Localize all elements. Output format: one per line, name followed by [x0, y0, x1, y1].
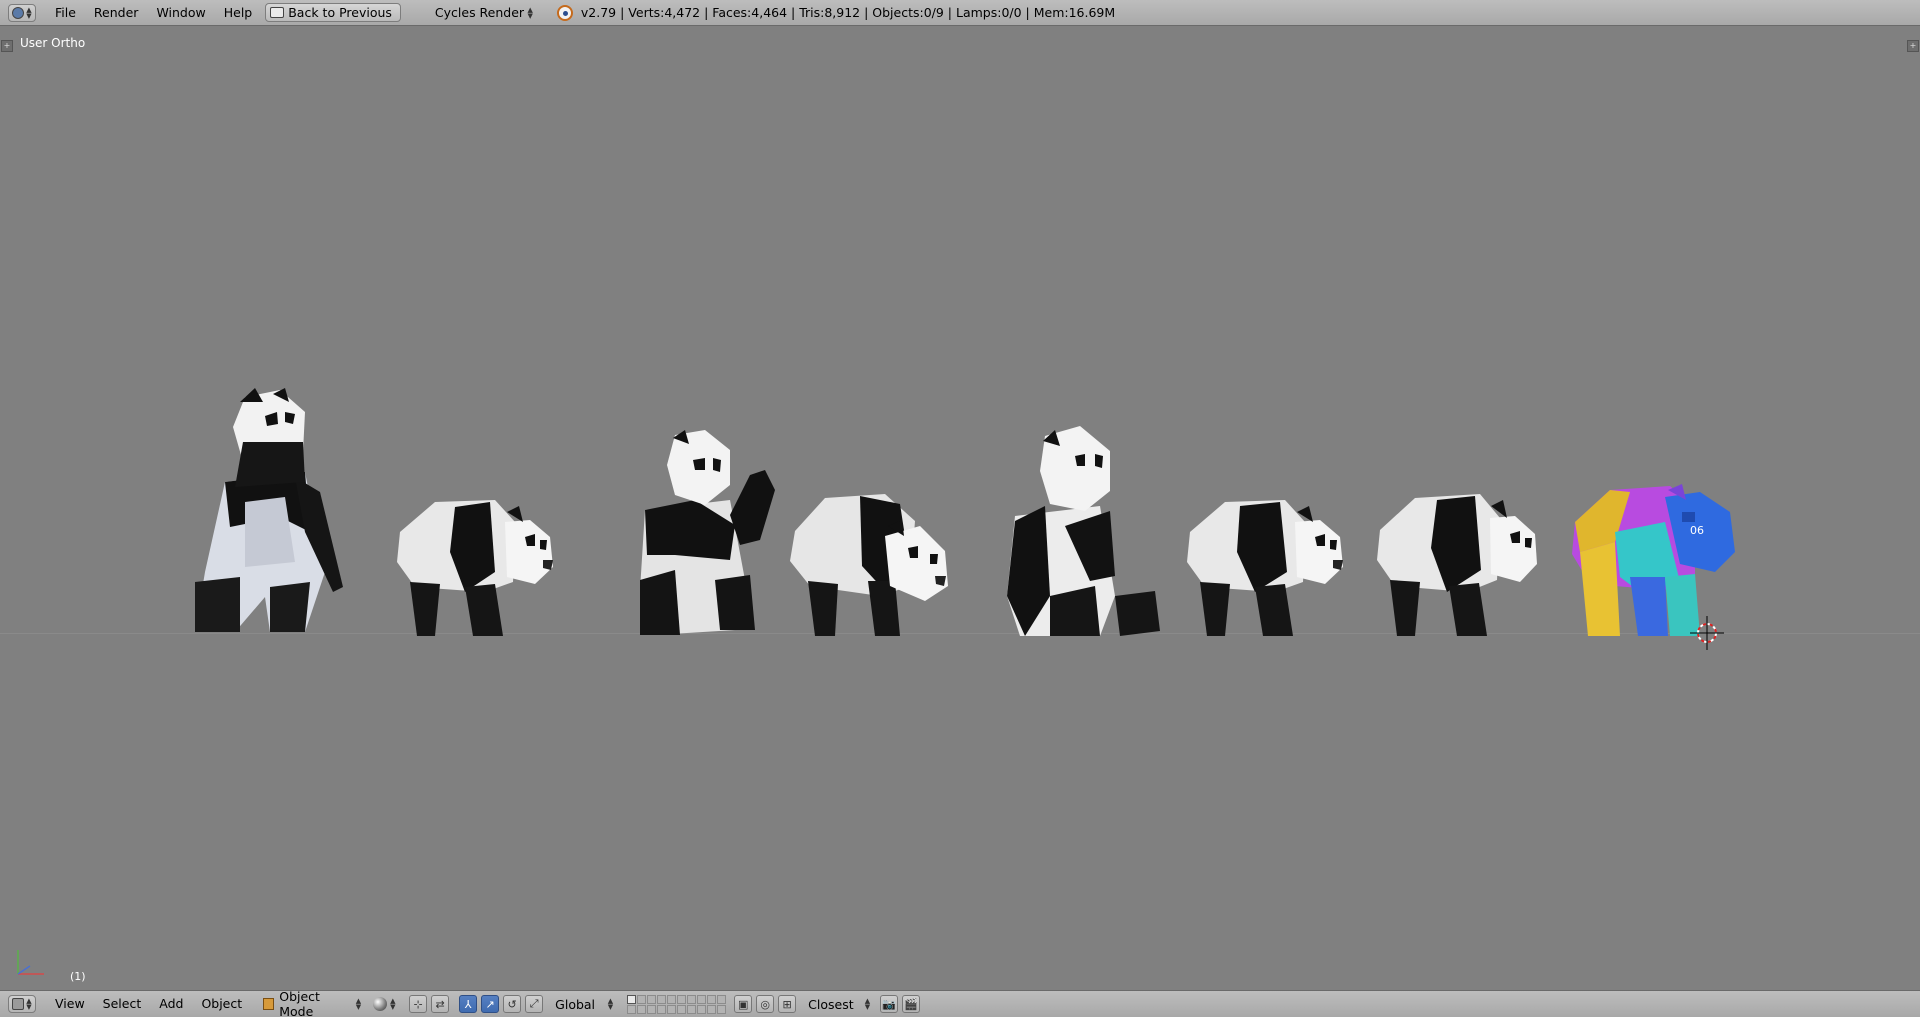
info-icon	[12, 6, 25, 19]
main-menu: File Render Window Help	[46, 0, 261, 26]
3d-cursor-icon[interactable]	[1690, 616, 1724, 650]
menu-help[interactable]: Help	[215, 0, 262, 26]
panda-sitting-waving[interactable]	[635, 430, 785, 636]
layer-button[interactable]	[717, 994, 727, 1004]
menu-window[interactable]: Window	[147, 0, 214, 26]
frame-indicator: (1)	[70, 970, 86, 983]
chevron-updown-icon: ▲ ▼	[355, 997, 362, 1011]
layer-button[interactable]	[687, 1004, 697, 1014]
uv-texture-label: 06	[1690, 524, 1704, 537]
view-axis-gizmo-icon	[17, 950, 44, 975]
back-to-previous-button[interactable]: Back to Previous	[265, 3, 401, 22]
back-to-previous-label: Back to Previous	[288, 5, 392, 20]
layer-button[interactable]	[667, 1004, 677, 1014]
menu-select[interactable]: Select	[94, 991, 151, 1017]
opengl-render-animation-icon[interactable]: 🎬	[902, 995, 921, 1013]
chevron-updown-icon: ▲ ▼	[390, 997, 396, 1011]
3d-view-icon	[12, 998, 25, 1010]
snap-target-dropdown[interactable]: Closest ▲ ▼	[804, 995, 874, 1014]
panda-sitting[interactable]	[1005, 426, 1165, 636]
menu-object[interactable]: Object	[192, 991, 251, 1017]
chevron-updown-icon: ▲ ▼	[864, 997, 871, 1011]
layer-button[interactable]	[637, 1004, 647, 1014]
panda-walking[interactable]	[395, 492, 555, 636]
snap-toggle-icon[interactable]: ⊞	[778, 995, 797, 1013]
layer-button[interactable]	[657, 994, 667, 1004]
menu-file[interactable]: File	[46, 0, 85, 26]
chevron-updown-icon: ▲ ▼	[607, 997, 614, 1011]
blender-window: ▲ ▼ File Render Window Help Back to Previ…	[0, 0, 1920, 1017]
proportional-edit-icon[interactable]: ◎	[756, 995, 775, 1013]
layer-button[interactable]	[707, 1004, 717, 1014]
render-engine-dropdown[interactable]: Cycles Render ▲ ▼	[429, 3, 539, 22]
lock-layers-icon[interactable]: ▣	[734, 995, 753, 1013]
screen-back-icon	[270, 7, 285, 18]
transform-orientation-dropdown[interactable]: Global ▲ ▼	[551, 995, 617, 1014]
translate-manipulator-icon[interactable]: ↗	[481, 995, 500, 1013]
scene-layers[interactable]	[627, 994, 727, 1014]
mode-label: Object Mode	[279, 989, 320, 1017]
3d-viewport[interactable]: User Ortho + + 06 (1)	[0, 26, 1920, 990]
scene-stats: v2.79 | Verts:4,472 | Faces:4,464 | Tris…	[580, 5, 1116, 20]
snap-target-label: Closest	[808, 996, 854, 1012]
chevron-updown-icon: ▲ ▼	[527, 5, 533, 20]
blender-logo-icon	[556, 4, 573, 21]
layer-button[interactable]	[657, 1004, 667, 1014]
editor-type-selector[interactable]: ▲ ▼	[8, 3, 36, 22]
manipulator-toggle-icon[interactable]: ⅄	[459, 995, 478, 1013]
render-engine-label: Cycles Render	[434, 5, 525, 20]
layer-button[interactable]	[667, 994, 677, 1004]
shading-sphere-icon	[373, 997, 388, 1011]
layer-button[interactable]	[677, 994, 687, 1004]
layer-button[interactable]	[637, 994, 647, 1004]
editor-type-selector-bottom[interactable]: ▲ ▼	[8, 995, 36, 1013]
layer-button[interactable]	[687, 994, 697, 1004]
layer-button[interactable]	[717, 1004, 727, 1014]
pivot-align-icon[interactable]: ⇄	[431, 995, 450, 1013]
layer-button[interactable]	[697, 1004, 707, 1014]
chevron-updown-icon: ▲ ▼	[26, 5, 32, 20]
chevron-updown-icon: ▲ ▼	[26, 997, 32, 1011]
panda-walking-head-down[interactable]	[790, 486, 950, 636]
object-mode-dropdown[interactable]: Object Mode ▲ ▼	[257, 989, 367, 1017]
view-label: User Ortho	[20, 36, 86, 50]
orientation-label: Global	[555, 996, 596, 1012]
rotate-manipulator-icon[interactable]: ↺	[503, 995, 522, 1013]
object-cube-icon	[263, 998, 275, 1010]
panda-uv-textured[interactable]: 06	[1570, 482, 1740, 636]
layer-button[interactable]	[707, 994, 717, 1004]
layer-button[interactable]	[647, 994, 657, 1004]
viewport-shading-dropdown[interactable]: ▲ ▼	[373, 995, 405, 1014]
properties-toggle-icon[interactable]: +	[1907, 40, 1919, 52]
layer-button[interactable]	[627, 994, 637, 1004]
layer-button[interactable]	[697, 994, 707, 1004]
layer-button[interactable]	[647, 1004, 657, 1014]
opengl-render-image-icon[interactable]: 📷	[880, 995, 899, 1013]
info-header: ▲ ▼ File Render Window Help Back to Previ…	[0, 0, 1920, 26]
menu-render[interactable]: Render	[85, 0, 148, 26]
view-menu: View Select Add Object	[46, 991, 251, 1017]
menu-add[interactable]: Add	[150, 991, 192, 1017]
pivot-point-icon[interactable]: ⊹	[409, 995, 428, 1013]
layer-button[interactable]	[677, 1004, 687, 1014]
panda-walking-3[interactable]	[1375, 488, 1540, 636]
panda-walking-2[interactable]	[1185, 492, 1345, 636]
panda-standing[interactable]	[185, 382, 345, 636]
layer-button[interactable]	[627, 1004, 637, 1014]
3d-view-header: ▲ ▼ View Select Add Object Object Mode ▲ ▼…	[0, 989, 1920, 1017]
toolshelf-toggle-icon[interactable]: +	[1, 40, 13, 52]
scale-manipulator-icon[interactable]: ⤢	[525, 995, 544, 1013]
menu-view[interactable]: View	[46, 991, 94, 1017]
